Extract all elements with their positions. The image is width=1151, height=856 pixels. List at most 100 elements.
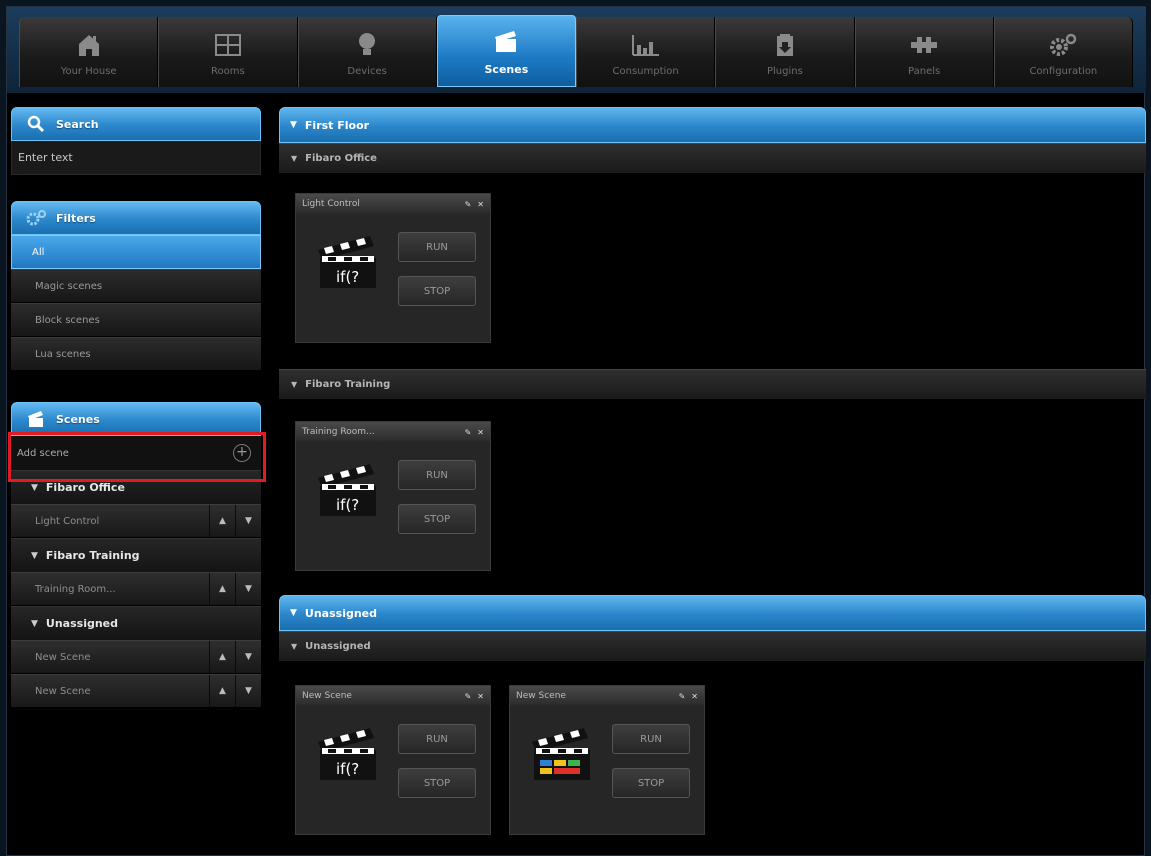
move-down-icon[interactable]: ▼ xyxy=(235,505,261,537)
filter-gears-icon xyxy=(24,208,48,228)
scene-group-fibaro-office[interactable]: ▼ Fibaro Office xyxy=(11,470,261,504)
search-title: Search xyxy=(56,117,99,131)
move-down-icon[interactable]: ▼ xyxy=(235,675,261,707)
stop-button[interactable]: STOP xyxy=(612,768,690,798)
edit-icon[interactable]: ✎ xyxy=(465,692,472,701)
scenes-title: Scenes xyxy=(56,412,100,426)
filter-block-scenes[interactable]: Block scenes xyxy=(11,303,261,337)
edit-icon[interactable]: ✎ xyxy=(679,692,686,701)
card-title: Light Control xyxy=(302,199,360,209)
section-header[interactable]: ▼ Unassigned xyxy=(279,595,1146,631)
lua-scene-clapperboard-icon: if(? xyxy=(318,464,376,516)
filter-magic-scenes[interactable]: Magic scenes xyxy=(11,269,261,303)
move-up-icon[interactable]: ▲ xyxy=(209,573,235,605)
close-icon[interactable]: ✕ xyxy=(477,200,484,209)
room-title: Fibaro Training xyxy=(305,379,391,390)
scene-label: New Scene xyxy=(35,685,91,697)
scene-list-item[interactable]: Training Room... ▲ ▼ xyxy=(11,572,261,606)
nav-label: Plugins xyxy=(766,66,803,77)
room-header-fibaro-office[interactable]: ▼ Fibaro Office xyxy=(279,143,1146,173)
nav-consumption[interactable]: Consumption xyxy=(576,17,716,87)
add-scene-label: Add scene xyxy=(17,447,69,459)
nav-rooms[interactable]: Rooms xyxy=(158,17,298,87)
room-header-unassigned[interactable]: ▼ Unassigned xyxy=(279,631,1146,661)
nav-label: Your House xyxy=(60,66,117,77)
app-window: Your House Rooms Devices Scenes Consumpt… xyxy=(6,6,1146,856)
scene-list-item[interactable]: New Scene ▲ ▼ xyxy=(11,674,261,708)
card-header: Training Room... ✎ ✕ xyxy=(296,422,490,442)
scene-group-fibaro-training[interactable]: ▼ Fibaro Training xyxy=(11,538,261,572)
filters-title: Filters xyxy=(56,211,96,225)
nav-label: Rooms xyxy=(211,66,245,77)
group-label: Unassigned xyxy=(45,617,119,630)
move-down-icon[interactable]: ▼ xyxy=(235,641,261,673)
group-label: Fibaro Office xyxy=(45,481,125,494)
filter-all[interactable]: All xyxy=(11,235,261,269)
group-label: Fibaro Training xyxy=(45,549,140,562)
card-header: New Scene ✎ ✕ xyxy=(510,686,704,706)
add-scene-button[interactable]: + xyxy=(233,444,251,462)
nav-label: Panels xyxy=(908,66,941,77)
lua-label: if(? xyxy=(336,496,359,514)
scenes-panel: Scenes Add scene + ▼ Fibaro Office Light … xyxy=(11,402,261,708)
lua-label: if(? xyxy=(336,268,359,286)
scene-card: Training Room... ✎ ✕ if(? RUN STOP xyxy=(295,421,491,571)
filter-lua-scenes[interactable]: Lua scenes xyxy=(11,337,261,371)
move-up-icon[interactable]: ▲ xyxy=(209,641,235,673)
nav-panels[interactable]: Panels xyxy=(854,17,994,87)
scene-list-item[interactable]: New Scene ▲ ▼ xyxy=(11,640,261,674)
room-header-fibaro-training[interactable]: ▼ Fibaro Training xyxy=(279,369,1146,399)
edit-icon[interactable]: ✎ xyxy=(465,200,472,209)
scene-card: Light Control ✎ ✕ if(? RUN STOP xyxy=(295,193,491,343)
move-up-icon[interactable]: ▲ xyxy=(209,505,235,537)
nav-configuration[interactable]: Configuration xyxy=(993,17,1133,87)
nav-your-house[interactable]: Your House xyxy=(19,17,159,87)
chevron-down-icon: ▼ xyxy=(291,154,298,163)
edit-icon[interactable]: ✎ xyxy=(465,428,472,437)
nav-label: Scenes xyxy=(484,63,529,76)
stop-button[interactable]: STOP xyxy=(398,504,476,534)
scene-card: New Scene ✎ ✕ RUN STOP xyxy=(509,685,705,835)
run-button[interactable]: RUN xyxy=(612,724,690,754)
section-header[interactable]: ▼ First Floor xyxy=(279,107,1146,143)
stop-button[interactable]: STOP xyxy=(398,768,476,798)
chart-icon xyxy=(628,30,664,60)
nav-devices[interactable]: Devices xyxy=(297,17,437,87)
house-icon xyxy=(71,30,107,60)
clapperboard-icon xyxy=(24,409,48,429)
block-scene-clapperboard-icon xyxy=(532,728,590,780)
search-header: Search xyxy=(11,107,261,141)
run-button[interactable]: RUN xyxy=(398,232,476,262)
nav-label: Consumption xyxy=(612,66,679,77)
move-down-icon[interactable]: ▼ xyxy=(235,573,261,605)
scenes-header: Scenes xyxy=(11,402,261,436)
filters-panel: Filters All Magic scenes Block scenes Lu… xyxy=(11,201,261,371)
chevron-down-icon: ▼ xyxy=(31,550,38,561)
nav-scenes[interactable]: Scenes xyxy=(436,15,576,87)
add-scene-row[interactable]: Add scene + xyxy=(11,436,261,470)
card-title: New Scene xyxy=(516,691,566,701)
search-input[interactable] xyxy=(12,141,260,174)
scene-list-item[interactable]: Light Control ▲ ▼ xyxy=(11,504,261,538)
run-button[interactable]: RUN xyxy=(398,460,476,490)
clapperboard-icon xyxy=(488,27,524,57)
chevron-down-icon: ▼ xyxy=(31,618,38,629)
section-first-floor: ▼ First Floor ▼ Fibaro Office xyxy=(279,107,1146,173)
close-icon[interactable]: ✕ xyxy=(477,692,484,701)
chevron-down-icon: ▼ xyxy=(290,120,297,130)
run-button[interactable]: RUN xyxy=(398,724,476,754)
lua-scene-clapperboard-icon: if(? xyxy=(318,236,376,288)
search-panel: Search xyxy=(11,107,261,175)
lua-label: if(? xyxy=(336,760,359,778)
close-icon[interactable]: ✕ xyxy=(691,692,698,701)
chevron-down-icon: ▼ xyxy=(31,482,38,493)
bulb-icon xyxy=(349,30,385,60)
filters-header: Filters xyxy=(11,201,261,235)
scene-group-unassigned[interactable]: ▼ Unassigned xyxy=(11,606,261,640)
nav-plugins[interactable]: Plugins xyxy=(715,17,855,87)
search-box xyxy=(11,141,261,175)
stop-button[interactable]: STOP xyxy=(398,276,476,306)
close-icon[interactable]: ✕ xyxy=(477,428,484,437)
move-up-icon[interactable]: ▲ xyxy=(209,675,235,707)
nav-bar: Your House Rooms Devices Scenes Consumpt… xyxy=(19,15,1133,87)
